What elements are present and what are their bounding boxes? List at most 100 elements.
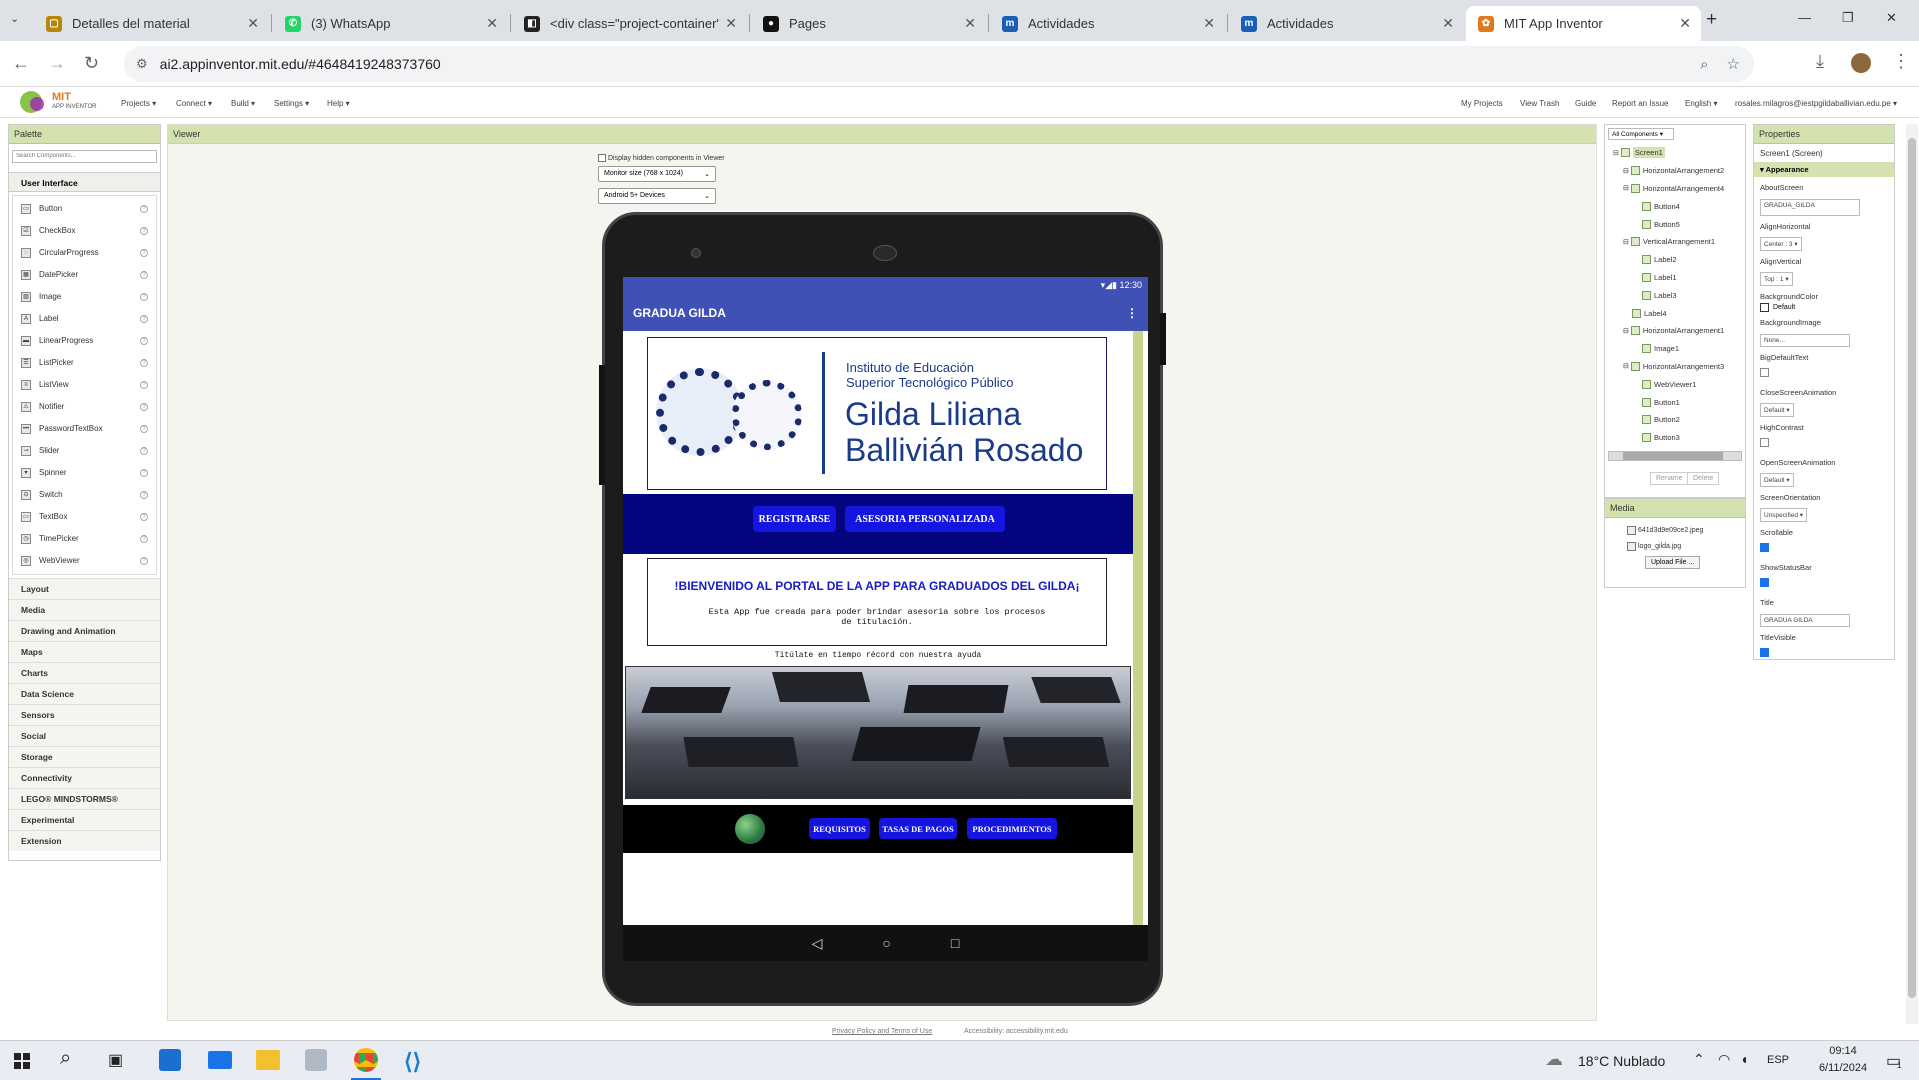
language-select[interactable]: English ▾: [1685, 99, 1717, 108]
help-icon[interactable]: ?: [140, 248, 148, 257]
fees-button[interactable]: TASAS DE PAGOS: [879, 818, 957, 839]
components-filter-select[interactable]: All Components ▾: [1608, 128, 1674, 140]
restore-button[interactable]: ❐: [1842, 10, 1854, 26]
link-my-projects[interactable]: My Projects: [1461, 99, 1503, 108]
background-color-picker[interactable]: Default: [1760, 303, 1894, 312]
hidden-components-checkbox[interactable]: [598, 154, 606, 162]
page-scrollbar[interactable]: [1906, 124, 1918, 1024]
palette-category[interactable]: Charts: [9, 661, 160, 683]
appearance-group-header[interactable]: ▾ Appearance: [1754, 162, 1894, 177]
search-icon[interactable]: ⌕: [60, 1047, 71, 1070]
collapse-toggle-icon[interactable]: ⊟: [1623, 238, 1629, 246]
collapse-toggle-icon[interactable]: ⊟: [1623, 184, 1629, 192]
wifi-icon[interactable]: ◠: [1718, 1051, 1730, 1068]
browser-tab[interactable]: ✆ (3) WhatsApp ✕: [273, 6, 508, 41]
palette-category[interactable]: LEGO® MINDSTORMS®: [9, 787, 160, 809]
help-icon[interactable]: ?: [140, 556, 148, 565]
palette-item-circularprogress[interactable]: ◌ CircularProgress?: [13, 242, 156, 264]
advice-button[interactable]: ASESORIA PERSONALIZADA: [845, 506, 1005, 532]
component-tree-item[interactable]: ⊟ Screen1: [1605, 144, 1745, 162]
palette-category[interactable]: Layout: [9, 577, 160, 599]
component-tree-item[interactable]: Button4: [1605, 197, 1745, 215]
recents-square-icon[interactable]: □: [951, 935, 959, 951]
screen-orientation-select[interactable]: Unspecified ▾: [1760, 508, 1808, 522]
back-arrow-icon[interactable]: ←: [12, 53, 30, 74]
palette-item-slider[interactable]: ⊸ Slider?: [13, 440, 156, 462]
menu-projects[interactable]: Projects ▾: [121, 99, 156, 108]
component-tree-item[interactable]: Button2: [1605, 411, 1745, 429]
palette-item-label[interactable]: A Label?: [13, 308, 156, 330]
chrome-app-icon[interactable]: [354, 1048, 378, 1072]
store-app-icon[interactable]: [159, 1049, 181, 1071]
palette-item-textbox[interactable]: ▭ TextBox?: [13, 506, 156, 528]
link-report-issue[interactable]: Report an Issue: [1612, 99, 1668, 108]
scroll-thumb[interactable]: [1623, 452, 1723, 460]
collapse-toggle-icon[interactable]: ⊟: [1623, 362, 1629, 370]
delete-button[interactable]: Delete: [1687, 472, 1720, 485]
palette-item-switch[interactable]: ⊙ Switch?: [13, 484, 156, 506]
help-icon[interactable]: ?: [140, 402, 148, 411]
browser-tab[interactable]: m Actividades ✕: [990, 6, 1225, 41]
download-icon[interactable]: ⤓: [1816, 51, 1824, 72]
component-tree-item[interactable]: Label2: [1605, 251, 1745, 269]
component-tree-item[interactable]: Label3: [1605, 286, 1745, 304]
title-visible-checkbox[interactable]: [1760, 648, 1769, 657]
link-guide[interactable]: Guide: [1575, 99, 1596, 108]
user-account-menu[interactable]: rosales.milagros@iestpgildaballivian.edu…: [1735, 99, 1897, 108]
component-tree-item[interactable]: Image1: [1605, 340, 1745, 358]
align-vertical-select[interactable]: Top : 1 ▾: [1760, 272, 1793, 286]
palette-section-user-interface[interactable]: User Interface: [9, 171, 160, 192]
reload-icon[interactable]: ↻: [84, 53, 99, 74]
overflow-menu-icon[interactable]: ⋮: [1126, 306, 1138, 320]
tab-close-icon[interactable]: ✕: [1679, 15, 1691, 32]
collapse-toggle-icon[interactable]: ⊟: [1623, 327, 1629, 335]
palette-item-listview[interactable]: ≡ ListView?: [13, 374, 156, 396]
mail-app-icon[interactable]: [208, 1051, 232, 1069]
palette-category[interactable]: Connectivity: [9, 766, 160, 788]
help-icon[interactable]: ?: [140, 380, 148, 389]
menu-build[interactable]: Build ▾: [231, 99, 255, 108]
back-triangle-icon[interactable]: ◁: [812, 935, 823, 952]
url-bar[interactable]: ⚙ ai2.appinventor.mit.edu/#4648419248373…: [124, 46, 1754, 82]
browser-tab[interactable]: m Actividades ✕: [1229, 6, 1464, 41]
title-input[interactable]: GRADUA GILDA: [1760, 614, 1850, 627]
media-file-1[interactable]: 641d3d9e09ce2.jpeg: [1627, 526, 1745, 535]
task-view-icon[interactable]: ▣: [108, 1050, 123, 1070]
screen-size-select[interactable]: Monitor size (768 x 1024) ⌄: [598, 166, 716, 182]
bookmark-star-icon[interactable]: ☆: [1727, 55, 1740, 73]
browser-tab[interactable]: ✿ MIT App Inventor ✕: [1466, 6, 1701, 41]
tree-horizontal-scrollbar[interactable]: [1608, 451, 1742, 461]
palette-category[interactable]: Sensors: [9, 703, 160, 725]
palette-category[interactable]: Storage: [9, 745, 160, 767]
palette-category[interactable]: Extension: [9, 829, 160, 851]
palette-item-timepicker[interactable]: ◷ TimePicker?: [13, 528, 156, 550]
palette-item-passwordtextbox[interactable]: ••• PasswordTextBox?: [13, 418, 156, 440]
help-icon[interactable]: ?: [140, 358, 148, 367]
component-tree-item[interactable]: Button1: [1605, 393, 1745, 411]
menu-help[interactable]: Help ▾: [327, 99, 350, 108]
palette-category[interactable]: Data Science: [9, 682, 160, 704]
palette-item-image[interactable]: ▨ Image?: [13, 286, 156, 308]
tab-close-icon[interactable]: ✕: [247, 15, 259, 32]
palette-item-notifier[interactable]: ⚠ Notifier?: [13, 396, 156, 418]
palette-category[interactable]: Media: [9, 598, 160, 620]
scrollable-checkbox[interactable]: [1760, 543, 1769, 552]
help-icon[interactable]: ?: [140, 512, 148, 521]
browser-tab[interactable]: ● Pages ✕: [751, 6, 986, 41]
component-tree-item[interactable]: WebViewer1: [1605, 375, 1745, 393]
device-select[interactable]: Android 5+ Devices ⌄: [598, 188, 716, 204]
component-tree-item[interactable]: ⊟ HorizontalArrangement4: [1605, 180, 1745, 198]
palette-category[interactable]: Experimental: [9, 808, 160, 830]
tab-close-icon[interactable]: ✕: [486, 15, 498, 32]
language-indicator[interactable]: ESP: [1767, 1054, 1789, 1066]
rename-button[interactable]: Rename: [1650, 472, 1689, 485]
high-contrast-checkbox[interactable]: [1760, 438, 1769, 447]
windows-start-icon[interactable]: [14, 1053, 30, 1069]
component-tree-item[interactable]: Button5: [1605, 215, 1745, 233]
close-window-button[interactable]: ✕: [1886, 10, 1897, 26]
help-icon[interactable]: ?: [140, 336, 148, 345]
about-screen-textarea[interactable]: GRADUA_GILDA: [1760, 199, 1860, 216]
component-tree-item[interactable]: Label1: [1605, 269, 1745, 287]
volume-icon[interactable]: ◖: [1740, 1051, 1748, 1067]
palette-item-linearprogress[interactable]: ▬ LinearProgress?: [13, 330, 156, 352]
